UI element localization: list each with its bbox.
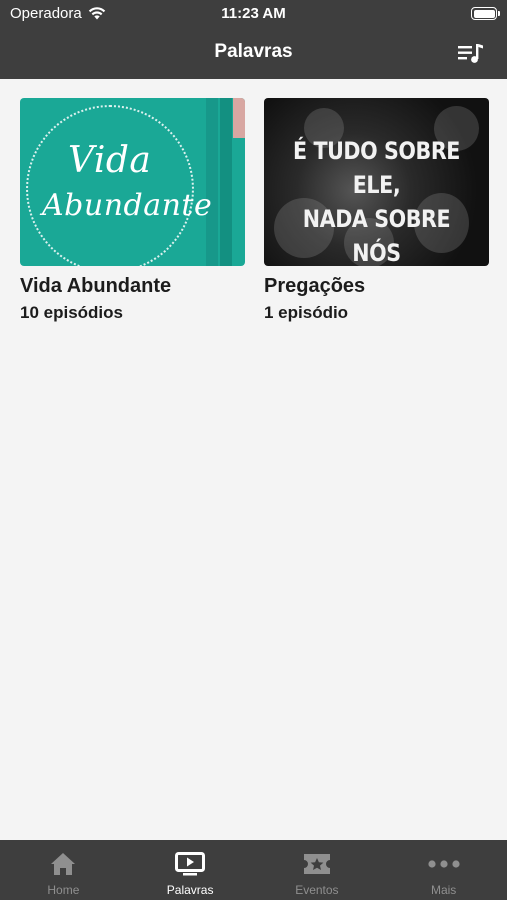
thumbnail-text-line1: É TUDO SOBRE ELE, (293, 137, 460, 199)
page-title: Palavras (214, 41, 293, 62)
thumbnail-text-line1: Vida (68, 140, 152, 181)
episode-count: 1 episódio (264, 303, 349, 322)
tab-mais-label: Mais (430, 883, 457, 897)
series-card-vida-abundante[interactable]: Vida Abundante Vida Abundante 10 episódi… (20, 98, 245, 324)
tab-home[interactable]: Home (0, 840, 127, 900)
thumbnail-text-line2: NADA SOBRE NÓS (302, 205, 451, 266)
series-thumbnail: Vida Abundante (20, 98, 245, 266)
thumbnail-text: É TUDO SOBRE ELE, NADA SOBRE NÓS (280, 134, 474, 266)
episode-count: 10 episódios (20, 303, 123, 322)
play-screen-icon (175, 852, 206, 876)
home-icon (51, 853, 76, 875)
series-title: Pregações (264, 275, 366, 297)
series-card-pregacoes[interactable]: É TUDO SOBRE ELE, NADA SOBRE NÓS Pregaçõ… (264, 98, 489, 324)
thumbnail-text-line2: Abundante (42, 188, 213, 223)
dotted-circle-decoration (26, 105, 194, 266)
series-grid: Vida Abundante Vida Abundante 10 episódi… (0, 79, 507, 840)
tab-home-label: Home (47, 883, 80, 897)
header: Operadora 11:23 AM Palavras (0, 0, 507, 79)
status-time: 11:23 AM (221, 5, 286, 22)
tab-eventos[interactable]: Eventos (254, 840, 381, 900)
series-thumbnail: É TUDO SOBRE ELE, NADA SOBRE NÓS (264, 98, 489, 266)
star-ticket-icon (303, 854, 330, 874)
playlist-music-icon (458, 44, 483, 63)
more-dots-icon (428, 860, 460, 868)
series-title: Vida Abundante (20, 275, 172, 297)
battery-icon (471, 7, 500, 20)
status-bar: Operadora 11:23 AM (0, 0, 507, 30)
navigation-bar: Palavras (0, 30, 507, 79)
tab-palavras[interactable]: Palavras (127, 840, 254, 900)
tab-bar: Home Palavras Eventos Mais (0, 840, 507, 900)
tab-mais[interactable]: Mais (380, 840, 507, 900)
tab-palavras-label: Palavras (166, 883, 214, 897)
tab-eventos-label: Eventos (295, 883, 339, 897)
playlist-button[interactable] (457, 42, 485, 66)
